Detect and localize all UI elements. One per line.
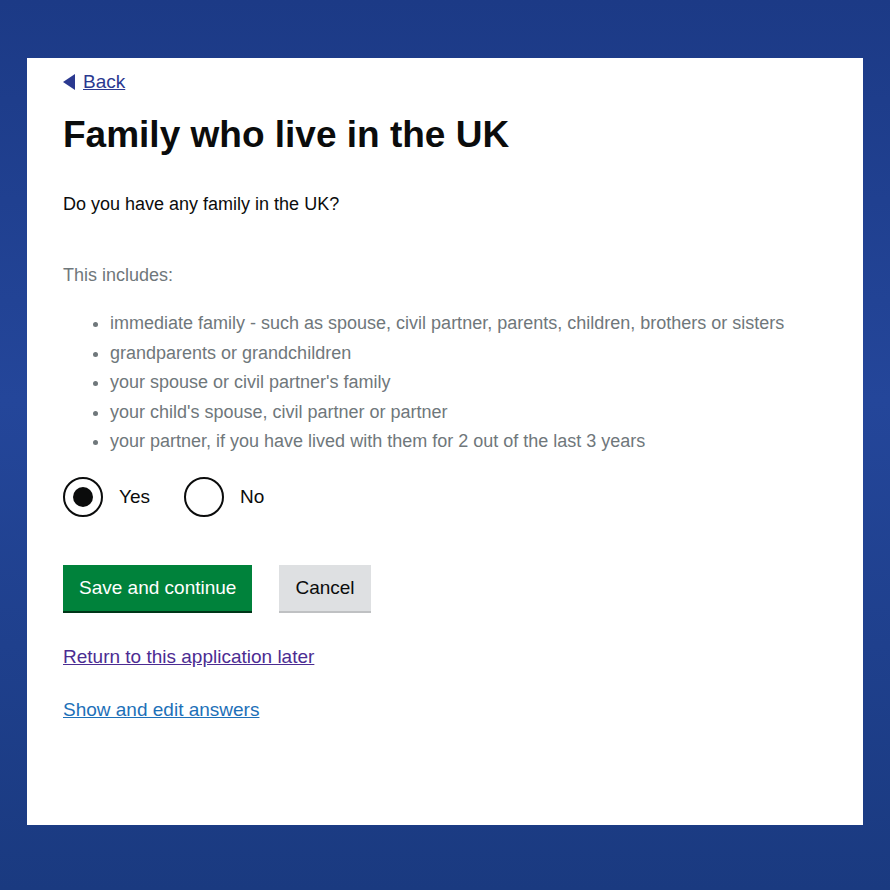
form-card: Back Family who live in the UK Do you have… bbox=[27, 58, 863, 825]
cancel-button[interactable]: Cancel bbox=[279, 565, 370, 611]
hint-item: your spouse or civil partner's family bbox=[110, 368, 849, 398]
text-link[interactable]: Show and edit answers bbox=[63, 698, 259, 722]
hint-item: your child's spouse, civil partner or pa… bbox=[110, 398, 849, 428]
question: Do you have any family in the UK? bbox=[63, 192, 849, 216]
hint-intro: This includes: bbox=[63, 263, 849, 287]
page-background: Back Family who live in the UK Do you have… bbox=[0, 0, 890, 890]
radio-group: Yes No bbox=[63, 477, 849, 517]
back-link[interactable]: Back bbox=[63, 70, 125, 94]
page-heading: Family who live in the UK bbox=[63, 112, 849, 158]
button-row: Save and continue Cancel bbox=[63, 565, 849, 611]
radio-circle[interactable] bbox=[63, 477, 103, 517]
link-list: Return to this application later Show and… bbox=[63, 645, 849, 722]
radio-option[interactable]: No bbox=[184, 477, 264, 517]
radio-dot bbox=[73, 487, 93, 507]
hint-item: grandparents or grandchildren bbox=[110, 339, 849, 369]
hint-item: immediate family - such as spouse, civil… bbox=[110, 309, 849, 339]
radio-circle[interactable] bbox=[184, 477, 224, 517]
back-triangle-icon bbox=[63, 74, 75, 90]
hint-item: your partner, if you have lived with the… bbox=[110, 427, 849, 457]
save-button[interactable]: Save and continue bbox=[63, 565, 252, 611]
radio-option[interactable]: Yes bbox=[63, 477, 150, 517]
text-link[interactable]: Return to this application later bbox=[63, 645, 314, 669]
hint-list: immediate family - such as spouse, civil… bbox=[63, 309, 849, 457]
radio-dot bbox=[194, 487, 214, 507]
